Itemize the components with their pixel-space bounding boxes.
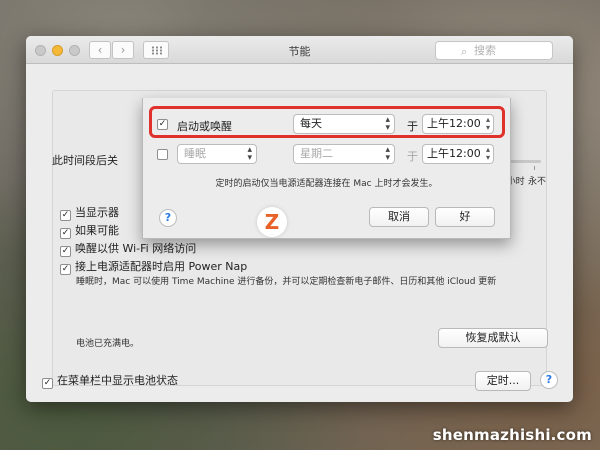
watermark-logo: Z (257, 207, 287, 237)
option-display-off[interactable]: ✓ 当显示器 (60, 206, 119, 221)
search-placeholder: 搜索 (474, 44, 496, 57)
schedule-sheet: ✓ 启动或唤醒 每天 ▴ ▾ 于 上午12:00 ▴ ▾ 睡眠 ▴ ▾ 星期二 ▴ ▾ (142, 98, 511, 239)
checkbox[interactable]: ✓ (60, 264, 71, 275)
checkbox[interactable]: ✓ (60, 210, 71, 221)
sleep-schedule-checkbox[interactable] (157, 149, 168, 160)
power-nap-description: 睡眠时，Mac 可以使用 Time Machine 进行备份，并可以定期检查新电… (76, 277, 497, 287)
show-battery-status-option[interactable]: ✓ 在菜单栏中显示电池状态 (42, 372, 178, 389)
sleep-time-field[interactable]: 上午12:00 ▴ ▾ (422, 144, 494, 164)
day-select[interactable]: 星期二 ▴ ▾ (293, 144, 395, 164)
slider-tick (534, 166, 535, 170)
energy-saver-window: ‹ › 节能 ⌕ 搜索 此时间段后关 3 小时 永不 ✓ 当显示器 ✓ 如果可能 ✓… (26, 36, 573, 402)
restore-defaults-button[interactable]: 恢复成默认 (438, 328, 548, 348)
sheet-help-button[interactable]: ? (159, 209, 177, 227)
updown-arrows-icon: ▴ ▾ (247, 145, 252, 163)
action-select[interactable]: 睡眠 ▴ ▾ (177, 144, 257, 164)
option-wake-wifi[interactable]: ✓ 唤醒以供 Wi-Fi 网络访问 (60, 242, 196, 257)
updown-arrows-icon: ▴ ▾ (385, 145, 390, 163)
cancel-button[interactable]: 取消 (369, 207, 429, 227)
battery-status: 电池已充满电。 (76, 339, 140, 349)
checkbox[interactable]: ✓ (42, 378, 53, 389)
schedule-note: 定时的启动仅当电源适配器连接在 Mac 上时才会发生。 (215, 179, 438, 189)
slider-mark-never: 永不 (528, 177, 547, 187)
option-if-possible[interactable]: ✓ 如果可能 (60, 224, 119, 239)
search-icon: ⌕ (461, 45, 468, 58)
help-button[interactable]: ? (540, 371, 558, 389)
checkbox[interactable]: ✓ (60, 246, 71, 257)
site-watermark: shenmazhishi.com (432, 426, 592, 444)
sleep-schedule-row: 睡眠 ▴ ▾ 星期二 ▴ ▾ 于 上午12:00 ▴ ▾ (143, 142, 510, 168)
at-label: 于 (407, 150, 418, 163)
option-power-nap[interactable]: ✓ 接上电源适配器时启用 Power Nap (60, 260, 247, 275)
highlight-box (149, 106, 505, 138)
schedule-button[interactable]: 定时... (475, 371, 531, 391)
search-field[interactable]: ⌕ 搜索 (435, 41, 553, 60)
stepper-arrows-icon[interactable]: ▴ ▾ (486, 146, 490, 162)
sleep-slider-label: 此时间段后关 (52, 154, 118, 167)
checkbox[interactable]: ✓ (60, 228, 71, 239)
ok-button[interactable]: 好 (435, 207, 495, 227)
title-bar: ‹ › 节能 ⌕ 搜索 (26, 36, 573, 64)
